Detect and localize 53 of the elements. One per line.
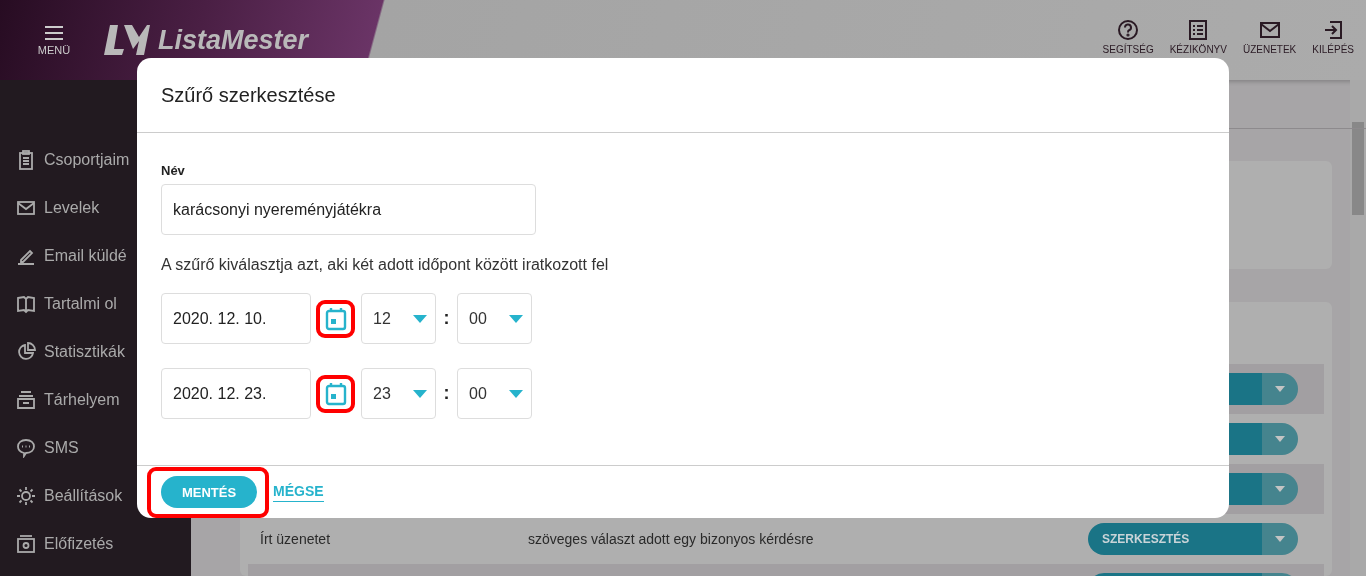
- header-action[interactable]: KILÉPÉS: [1304, 19, 1362, 56]
- clipboard-icon: [16, 150, 36, 170]
- name-field[interactable]: karácsonyi nyereményjátékra: [161, 184, 536, 235]
- help-icon: [1117, 19, 1140, 41]
- list-icon: [1187, 19, 1210, 41]
- header-action[interactable]: SEGÍTSÉG: [1094, 19, 1162, 56]
- table-cell: szöveges választ adott egy bizonyos kérdésre: [528, 531, 814, 547]
- chat-icon: [16, 438, 36, 458]
- minute-select[interactable]: 00: [457, 368, 532, 419]
- archive-icon: [16, 390, 36, 410]
- exit-icon: [1322, 19, 1345, 41]
- sidebar-item[interactable]: SMS: [0, 436, 191, 460]
- hour-select[interactable]: 12: [361, 293, 436, 344]
- dropdown-toggle[interactable]: [1262, 523, 1298, 555]
- menu-icon: [44, 24, 64, 41]
- description-text: A szűrő kiválasztja azt, aki két adott időpont között iratkozott fel: [161, 256, 609, 274]
- gear-icon: [16, 486, 36, 506]
- scrollbar[interactable]: [1350, 80, 1366, 576]
- scrollbar-thumb[interactable]: [1352, 122, 1364, 215]
- hour-select[interactable]: 23: [361, 368, 436, 419]
- pie-chart-icon: [16, 342, 36, 362]
- caret-icon: [413, 314, 427, 323]
- dropdown-toggle[interactable]: [1262, 373, 1298, 405]
- calendar-icon: [325, 381, 347, 406]
- envelope-icon: [1258, 19, 1281, 41]
- date-field[interactable]: 2020. 12. 23.: [161, 368, 311, 419]
- caret-icon: [1275, 486, 1285, 492]
- header-action[interactable]: KÉZIKÖNYV: [1161, 19, 1235, 56]
- header-action[interactable]: ÜZENETEK: [1234, 19, 1305, 56]
- field-label: Név: [161, 163, 185, 178]
- date-field[interactable]: 2020. 12. 10.: [161, 293, 311, 344]
- dropdown-toggle[interactable]: [1262, 473, 1298, 505]
- banknote-icon: [16, 534, 36, 554]
- envelope-icon: [16, 198, 36, 218]
- dropdown-toggle[interactable]: [1262, 423, 1298, 455]
- caret-icon: [509, 314, 523, 323]
- calendar-icon: [325, 306, 347, 331]
- logo-icon: [104, 23, 150, 57]
- caret-icon: [413, 389, 427, 398]
- caret-icon: [509, 389, 523, 398]
- sidebar-item[interactable]: Előfizetés: [0, 532, 191, 556]
- table-cell-text: Írt üzenetet: [260, 531, 332, 547]
- dialog-title: Szűrő szerkesztése: [161, 83, 336, 107]
- time-separator: :: [442, 308, 451, 329]
- book-icon: [16, 294, 36, 314]
- minute-select[interactable]: 00: [457, 293, 532, 344]
- time-separator: :: [442, 383, 451, 404]
- caret-icon: [1275, 536, 1285, 542]
- menu-button[interactable]: MENÜ: [24, 24, 84, 56]
- caret-icon: [1275, 436, 1285, 442]
- edit-button[interactable]: SZERKESZTÉS: [1088, 523, 1262, 555]
- logo-text: ListaMester: [158, 24, 309, 56]
- caret-icon: [1275, 386, 1285, 392]
